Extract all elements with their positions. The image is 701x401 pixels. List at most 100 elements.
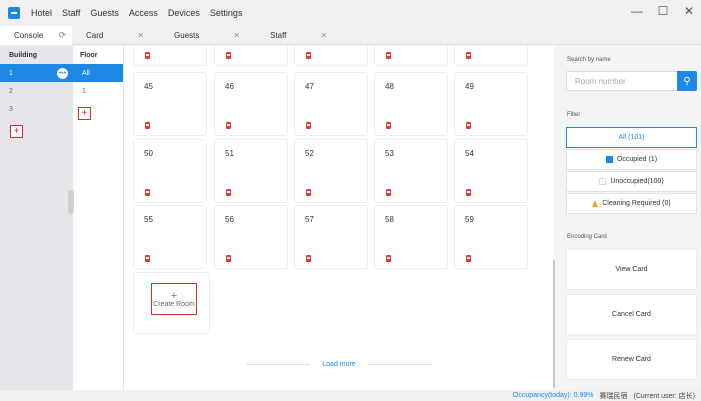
tab-staff[interactable]: Staff ✕	[262, 26, 349, 45]
right-panel: Search by name Room number ⚲ Filter All …	[556, 46, 701, 390]
refresh-icon[interactable]: ⟳	[58, 30, 66, 41]
room-number: 53	[385, 149, 394, 158]
room-card-51[interactable]: 51	[214, 139, 288, 203]
filter-cleaning-button[interactable]: Cleaning Required (0)	[566, 193, 697, 214]
create-room-card: + Create Room	[133, 272, 210, 334]
door-icon	[466, 189, 471, 196]
tab-bar: Console ⟳ Card ✕ Guests ✕ Staff ✕	[0, 25, 701, 45]
view-card-button[interactable]: View Card	[566, 249, 697, 290]
add-building-button[interactable]: +	[10, 125, 23, 138]
room-card-56[interactable]: 56	[214, 205, 288, 269]
app-window: Hotel Staff Guests Access Devices Settin…	[0, 0, 701, 401]
close-tab-icon[interactable]: ✕	[320, 31, 327, 40]
filter-occupied-button[interactable]: Occupied (1)	[566, 149, 697, 170]
room-card-55[interactable]: 55	[133, 205, 207, 269]
plus-icon: +	[170, 289, 178, 302]
collapse-handle[interactable]	[68, 190, 74, 214]
room-number: 59	[465, 215, 474, 224]
unoccupied-square-icon	[599, 178, 607, 185]
menu-devices[interactable]: Devices	[163, 8, 205, 18]
room-number: 49	[465, 82, 474, 91]
door-icon	[306, 189, 311, 196]
menu-access[interactable]: Access	[124, 8, 163, 18]
status-bar: Occupancy(today): 0.99% 赛瑞民宿 (Current us…	[0, 390, 701, 401]
filter-unoccupied-label: Unoccupied(100)	[610, 178, 664, 185]
close-icon[interactable]: ✕	[683, 4, 695, 18]
tab-console[interactable]: Console ⟳	[0, 25, 72, 45]
occupied-square-icon	[605, 156, 613, 163]
warning-triangle-icon	[592, 200, 599, 207]
room-card-50[interactable]: 50	[133, 139, 207, 203]
room-grid: 45 46 47 48 49 50 51 52 53 54 55 56 57 5…	[124, 46, 554, 390]
door-icon	[386, 52, 391, 59]
building-item-3[interactable]: 3	[0, 100, 73, 118]
room-card[interactable]	[374, 46, 448, 66]
more-options-icon[interactable]: •••	[57, 67, 68, 79]
room-card[interactable]	[454, 46, 528, 66]
room-number: 57	[305, 215, 314, 224]
renew-card-button[interactable]: Renew Card	[566, 339, 697, 380]
search-input[interactable]: Room number ⚲	[566, 71, 697, 91]
room-card-52[interactable]: 52	[294, 139, 368, 203]
room-card-59[interactable]: 59	[454, 205, 528, 269]
room-card-48[interactable]: 48	[374, 72, 448, 136]
close-tab-icon[interactable]: ✕	[233, 31, 240, 40]
load-more-link[interactable]: Load more	[234, 358, 444, 370]
room-card-53[interactable]: 53	[374, 139, 448, 203]
room-number: 55	[144, 215, 153, 224]
door-icon	[386, 189, 391, 196]
room-card-49[interactable]: 49	[454, 72, 528, 136]
menu-settings[interactable]: Settings	[205, 8, 248, 18]
minimize-icon[interactable]: —	[631, 4, 643, 18]
close-tab-icon[interactable]: ✕	[137, 31, 144, 40]
filter-unoccupied-button[interactable]: Unoccupied(100)	[566, 171, 697, 192]
create-room-button[interactable]: + Create Room	[151, 283, 197, 315]
cancel-card-button[interactable]: Cancel Card	[566, 294, 697, 335]
room-number: 47	[305, 82, 314, 91]
occupancy-label: Occupancy(today):	[512, 392, 572, 399]
tab-card[interactable]: Card ✕	[72, 26, 166, 45]
menu-hotel[interactable]: Hotel	[26, 8, 57, 18]
room-card[interactable]	[133, 46, 207, 66]
tab-staff-label: Staff	[270, 30, 287, 40]
room-number: 50	[144, 149, 153, 158]
building-item-1[interactable]: 1 •••	[0, 64, 73, 82]
search-icon[interactable]: ⚲	[677, 71, 697, 91]
door-icon	[306, 122, 311, 129]
room-number: 48	[385, 82, 394, 91]
search-label: Search by name	[567, 57, 611, 63]
building-item-2[interactable]: 2	[0, 82, 73, 100]
scrollbar[interactable]	[553, 260, 555, 388]
filter-all-button[interactable]: All (101)	[566, 127, 697, 148]
tab-guests[interactable]: Guests ✕	[166, 26, 262, 45]
floor-header: Floor	[80, 51, 98, 59]
create-room-label: Create Room	[153, 300, 195, 308]
floor-item-all[interactable]: All	[73, 64, 123, 82]
building-item-label: 1	[9, 69, 13, 77]
maximize-icon[interactable]: ☐	[657, 4, 669, 18]
menu-staff[interactable]: Staff	[57, 8, 85, 18]
add-floor-button[interactable]: +	[78, 107, 91, 120]
room-card-45[interactable]: 45	[133, 72, 207, 136]
room-card[interactable]	[214, 46, 288, 66]
window-controls: — ☐ ✕	[631, 4, 695, 18]
floor-item-1[interactable]: 1	[73, 82, 123, 100]
occupancy-value: 0.99%	[573, 392, 594, 399]
room-card-46[interactable]: 46	[214, 72, 288, 136]
room-card-57[interactable]: 57	[294, 205, 368, 269]
door-icon	[466, 122, 471, 129]
filter-cleaning-label: Cleaning Required (0)	[602, 200, 671, 207]
building-header: Building	[9, 51, 37, 59]
room-card[interactable]	[294, 46, 368, 66]
menu-guests[interactable]: Guests	[85, 8, 124, 18]
hotel-name: 赛瑞民宿	[599, 392, 628, 400]
main-menu: Hotel Staff Guests Access Devices Settin…	[26, 8, 247, 18]
room-card-47[interactable]: 47	[294, 72, 368, 136]
room-number: 46	[225, 82, 234, 91]
app-logo-icon	[8, 7, 20, 19]
filter-occupied-label: Occupied (1)	[616, 156, 658, 163]
encoding-card-label: Encoding Card	[567, 234, 607, 240]
tab-console-label: Console	[14, 30, 44, 40]
room-card-54[interactable]: 54	[454, 139, 528, 203]
room-card-58[interactable]: 58	[374, 205, 448, 269]
